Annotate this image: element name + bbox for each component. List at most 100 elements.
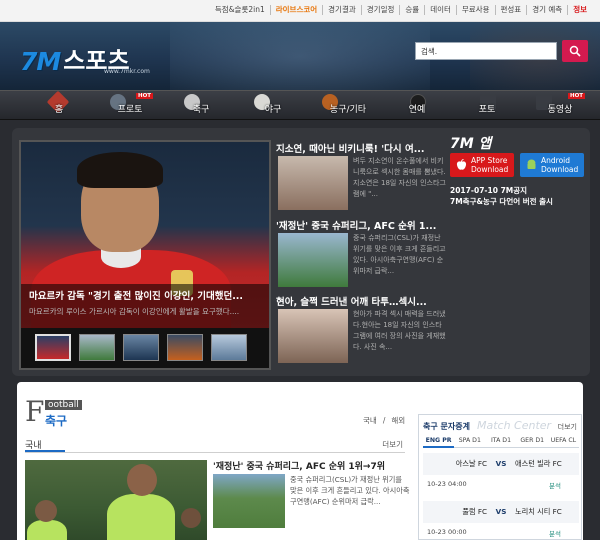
site-header: 7M 스포츠 www.7mkr.com 검색. [0, 22, 600, 90]
hot-badge: HOT [568, 93, 586, 99]
search-input[interactable] [444, 44, 554, 58]
section-en-title: ootball [45, 400, 82, 410]
section-initial: F [25, 395, 45, 428]
featured-photo[interactable]: 마요르카 감독 "경기 출전 많이진 이강인, 기대했던... 마요르카의 루이… [21, 142, 269, 328]
featured-caption[interactable]: 마요르카 감독 "경기 출전 많이진 이강인, 기대했던... 마요르카의 루이… [21, 284, 269, 328]
football-story-desc: 중국 슈퍼리그(CSL)가 재정난 위기를 맞은 이후 크게 흔들리고 있다. … [290, 475, 410, 506]
player-head [35, 500, 57, 522]
top-link[interactable]: 편성표 [494, 5, 527, 15]
league-tab[interactable]: ITA D1 [485, 434, 517, 448]
news-desc: 중국 슈퍼리그(CSL)가 재정난 위기를 맞은 이후 크게 흔들리고 있다. … [353, 234, 446, 275]
match-row[interactable]: 아스날 FC VS 애스턴 빌라 FC [423, 453, 579, 475]
appstore-label: APP Store Download [471, 156, 509, 174]
thumbnail[interactable] [123, 334, 159, 361]
nav-label: 농구/기타 [329, 105, 367, 115]
news-desc: 현아가 파격 섹시 매력을 드러냈다.현아는 18일 자신의 인스타그램에 여러… [353, 310, 446, 351]
news-item[interactable]: 지소연, 때아닌 비키니룩! '다시 여... 벼두 지소연이 온수풀에서 비키… [276, 141, 448, 210]
site-logo[interactable]: 7M 스포츠 www.7mkr.com [20, 36, 150, 76]
news-title[interactable]: 현아, 슬쩍 드러낸 어깨 타투…섹시... [276, 294, 448, 308]
football-story-thumbnail[interactable] [213, 474, 285, 528]
football-story-title[interactable]: '재정난' 중국 슈퍼리그, AFC 순위 1위→7위 [213, 459, 413, 472]
match-meta: 10-23 00:00 분석 [423, 525, 579, 539]
league-tab[interactable]: ENG PR [423, 434, 455, 448]
thumbnail[interactable] [79, 334, 115, 361]
top-link[interactable]: 득점&슬롯2in1 [210, 5, 270, 15]
league-tabs: ENG PR SPA D1 ITA D1 GER D1 UEFA CL [423, 434, 580, 448]
player-figure [27, 520, 67, 540]
player-head [181, 508, 201, 528]
home-team: 아스날 FC [455, 459, 487, 468]
top-utility-bar: 득점&슬롯2in1 라이브스코어 경기결과 경기일정 승률 데이터 무료사용 편… [0, 0, 600, 22]
search-button[interactable] [562, 40, 588, 62]
nav-item-entertainment[interactable]: 연예 [392, 91, 442, 121]
football-story-photo[interactable] [25, 460, 207, 540]
league-tab[interactable]: SPA D1 [454, 434, 486, 448]
away-team: 애스턴 빌라 FC [515, 459, 562, 468]
news-item[interactable]: '재정난' 중국 슈퍼리그, AFC 순위 1... 중국 슈퍼리그(CSL)가… [276, 218, 448, 287]
news-thumbnail[interactable] [278, 309, 348, 363]
home-team: 풀럼 FC [462, 507, 487, 516]
nav-label: 야구 [264, 105, 282, 115]
news-thumbnail[interactable] [278, 233, 348, 287]
player-figure [107, 494, 175, 540]
app-notice[interactable]: 2017-07-10 7M공지 7M축구&농구 다언어 버전 출시 [450, 185, 553, 207]
away-team: 노리치 시티 FC [515, 507, 562, 516]
match-time: 10-23 00:00 [427, 528, 467, 536]
nav-item-video[interactable]: HOT 동영상 [532, 91, 588, 121]
news-title[interactable]: 지소연, 때아닌 비키니룩! '다시 여... [276, 141, 448, 155]
football-tabs: 국내 / 해외 [360, 415, 408, 426]
analysis-link[interactable]: 분석 [549, 528, 561, 538]
news-desc: 벼두 지소연이 온수풀에서 비키니룩으로 섹시한 몸매를 뽐냈다.지소연은 18… [353, 157, 446, 198]
nav-label: 축구 [192, 105, 210, 115]
football-section-title: F ootball 축구 [25, 398, 410, 428]
thumbnail[interactable] [167, 334, 203, 361]
tab-domestic[interactable]: 국내 [363, 416, 377, 425]
match-meta: 10-23 04:00 분석 [423, 477, 579, 491]
hot-badge: HOT [136, 93, 154, 99]
search-label: 검색. [421, 47, 438, 56]
nav-item-photo[interactable]: 포토 [462, 91, 512, 121]
search-box: 검색. [415, 42, 557, 60]
thumbnail[interactable] [211, 334, 247, 361]
tab-overseas[interactable]: 해외 [391, 416, 405, 425]
top-link[interactable]: 경기일정 [360, 5, 400, 15]
thumbnail[interactable] [35, 334, 71, 361]
top-link[interactable]: 승률 [399, 5, 424, 15]
apple-icon [454, 158, 468, 172]
nav-item-proto[interactable]: HOT 프로토 [102, 91, 158, 121]
analysis-link[interactable]: 분석 [549, 480, 561, 490]
featured-thumbnails [35, 334, 247, 361]
league-tab[interactable]: GER D1 [516, 434, 548, 448]
top-link[interactable]: 경기 예측 [526, 5, 567, 15]
match-center-en-title: Match Center [477, 419, 552, 432]
appstore-download-button[interactable]: APP Store Download [450, 153, 514, 177]
more-link[interactable]: 더보기 [382, 439, 403, 450]
match-row[interactable]: 풀럼 FC VS 노리치 시티 FC [423, 501, 579, 523]
featured-story[interactable]: 마요르카 감독 "경기 출전 많이진 이강인, 기대했던... 마요르카의 루이… [19, 140, 271, 370]
nav-item-home[interactable]: 홈 [34, 90, 84, 121]
nav-label: 연예 [408, 105, 426, 115]
nav-label: 프로토 [117, 105, 143, 115]
section-ko-title: 축구 [45, 414, 68, 428]
match-time: 10-23 04:00 [427, 480, 467, 488]
search-icon [569, 45, 581, 57]
featured-subtitle: 마요르카의 루이스 가르시아 감독이 이강인에게 활발을 요구했다.... [29, 307, 240, 316]
nav-item-soccer[interactable]: 축구 [176, 91, 226, 121]
featured-title[interactable]: 마요르카 감독 "경기 출전 많이진 이강인, 기대했던... [29, 288, 261, 302]
top-link-info[interactable]: 정보 [567, 5, 592, 15]
news-thumbnail[interactable] [278, 156, 348, 210]
android-download-button[interactable]: Android Download [520, 153, 584, 177]
nav-item-baseball[interactable]: 야구 [248, 91, 298, 121]
app-panel: 7M 앱 APP Store Download Android Download 2… [450, 133, 590, 243]
nav-item-basketball[interactable]: 농구/기타 [310, 91, 386, 121]
domestic-header: 국내 더보기 [25, 437, 405, 453]
top-link[interactable]: 경기결과 [322, 5, 361, 15]
news-title[interactable]: '재정난' 중국 슈퍼리그, AFC 순위 1... [276, 218, 448, 232]
match-more-link[interactable]: 더보기 [558, 422, 577, 432]
top-link[interactable]: 데이터 [424, 5, 456, 15]
top-link-livescore[interactable]: 라이브스코어 [269, 5, 322, 15]
tab-separator: / [382, 416, 386, 425]
news-item[interactable]: 현아, 슬쩍 드러낸 어깨 타투…섹시... 현아가 파격 섹시 매력을 드러냈… [276, 294, 448, 363]
top-link[interactable]: 무료사용 [455, 5, 495, 15]
league-tab[interactable]: UEFA CL [547, 434, 580, 448]
